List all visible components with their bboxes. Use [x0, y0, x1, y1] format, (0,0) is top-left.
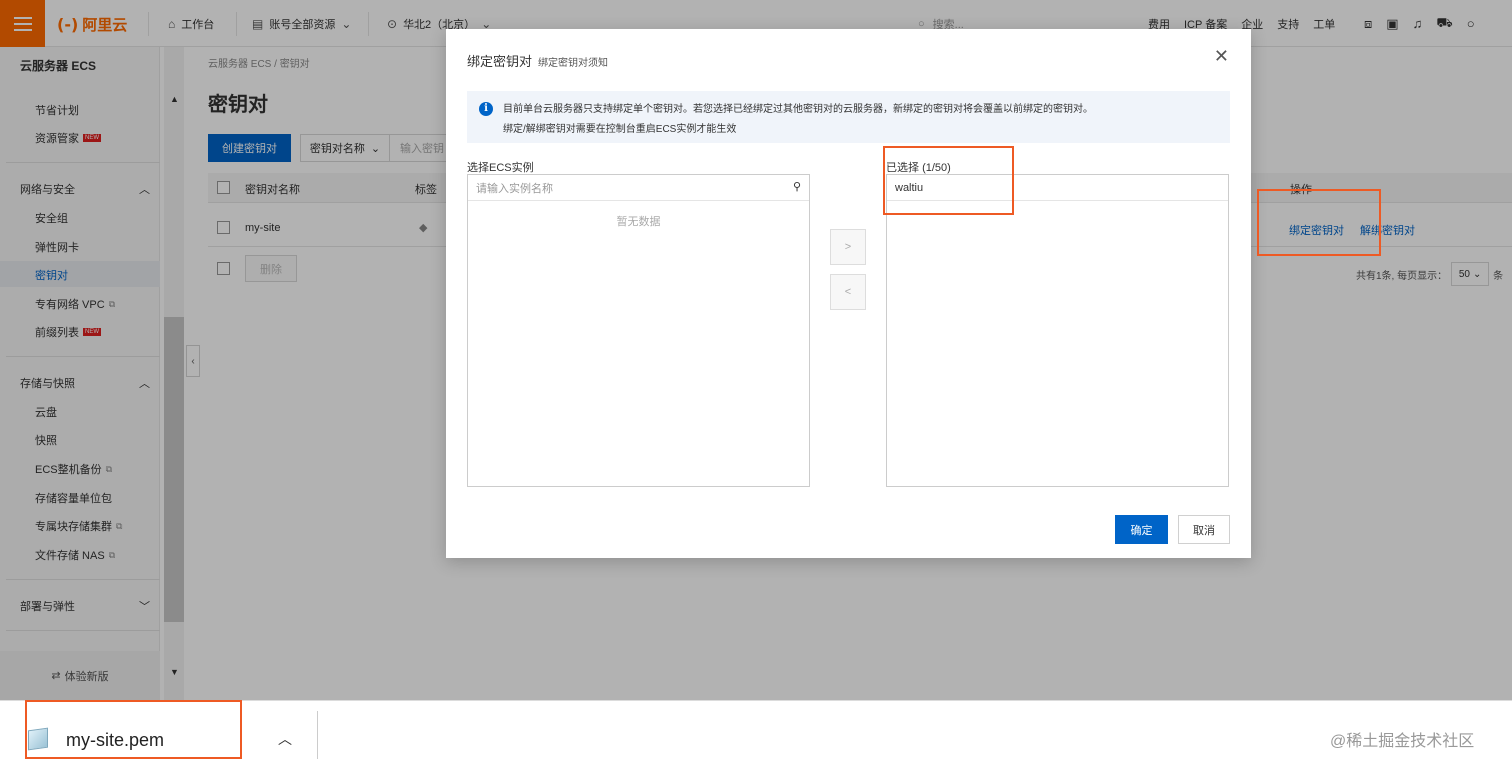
- info-notice: i 目前单台云服务器只支持绑定单个密钥对。若您选择已经绑定过其他密钥对的云服务器…: [467, 91, 1230, 143]
- highlight-box-selected: [883, 146, 1014, 215]
- dialog-title-text: 绑定密钥对: [467, 54, 533, 69]
- dialog-title: 绑定密钥对 绑定密钥对须知: [467, 51, 608, 70]
- left-panel-label: 选择ECS实例: [467, 162, 534, 174]
- arrow-left-icon: <: [844, 286, 852, 298]
- selected-instances-panel: waltiu: [886, 174, 1229, 487]
- empty-state-text: 暂无数据: [616, 216, 661, 228]
- available-instances-panel: 请输入实例名称 ⚲ 暂无数据: [467, 174, 810, 487]
- dialog-subtitle-link[interactable]: 绑定密钥对须知: [538, 54, 608, 69]
- close-icon[interactable]: ✕: [1214, 47, 1229, 65]
- move-right-button[interactable]: >: [830, 229, 866, 265]
- arrow-right-icon: >: [844, 241, 852, 253]
- instance-search-placeholder: 请输入实例名称: [476, 182, 553, 195]
- bind-keypair-dialog: 绑定密钥对 绑定密钥对须知 ✕ i 目前单台云服务器只支持绑定单个密钥对。若您选…: [446, 29, 1251, 558]
- cancel-button[interactable]: 取消: [1178, 515, 1230, 544]
- highlight-box-download: [25, 700, 242, 759]
- instance-search-input[interactable]: 请输入实例名称 ⚲: [468, 175, 809, 201]
- highlight-box-bind-action: [1257, 189, 1381, 256]
- search-icon[interactable]: ⚲: [793, 180, 801, 193]
- notice-line-1: 目前单台云服务器只支持绑定单个密钥对。若您选择已经绑定过其他密钥对的云服务器，新…: [503, 104, 1093, 115]
- info-icon: i: [479, 102, 493, 116]
- notice-line-2: 绑定/解绑密钥对需要在控制台重启ECS实例才能生效: [503, 124, 737, 135]
- move-left-button[interactable]: <: [830, 274, 866, 310]
- watermark-text: @稀土掘金技术社区: [1330, 733, 1475, 750]
- confirm-button[interactable]: 确定: [1115, 515, 1168, 544]
- chevron-up-icon[interactable]: ︿: [278, 729, 292, 749]
